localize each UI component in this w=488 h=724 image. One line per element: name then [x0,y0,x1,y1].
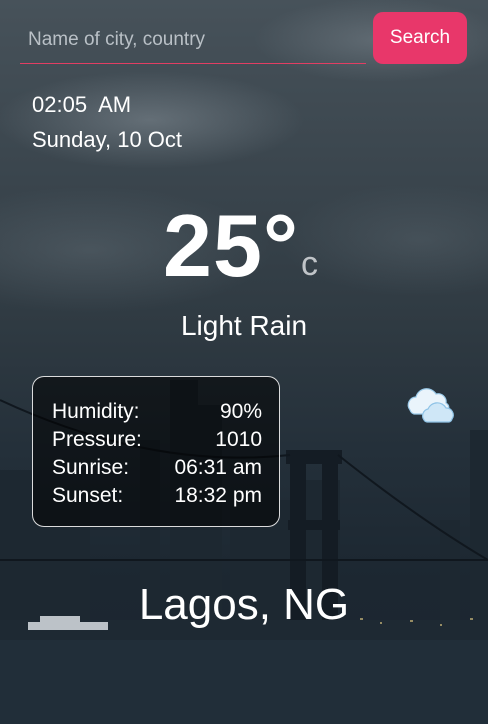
search-input[interactable] [20,16,366,64]
sunset-row: Sunset: 18:32 pm [52,482,262,510]
temperature-value: 25° [163,196,300,295]
pressure-label: Pressure: [52,428,142,451]
sunrise-row: Sunrise: 06:31 am [52,454,262,482]
weather-details-card: Humidity: 90% Pressure: 1010 Sunrise: 06… [32,376,280,527]
sunrise-value: 06:31 am [174,456,262,479]
search-button[interactable]: Search [373,12,467,64]
humidity-label: Humidity: [52,400,140,423]
humidity-value: 90% [219,400,262,423]
sunset-label: Sunset: [52,484,124,507]
sunrise-label: Sunrise: [52,456,130,479]
pressure-value: 1010 [215,428,262,451]
current-time: 02:05 AM [32,92,132,117]
temperature-unit: c [301,245,318,283]
location-name: Lagos, NG [138,580,350,629]
weather-condition: Light Rain [180,310,308,341]
sunset-value: 18:32 pm [174,484,262,507]
humidity-row: Humidity: 90% [52,398,262,426]
pressure-row: Pressure: 1010 [52,426,262,454]
cloud-icon [407,388,454,423]
current-date: Sunday, 10 Oct [32,127,183,152]
